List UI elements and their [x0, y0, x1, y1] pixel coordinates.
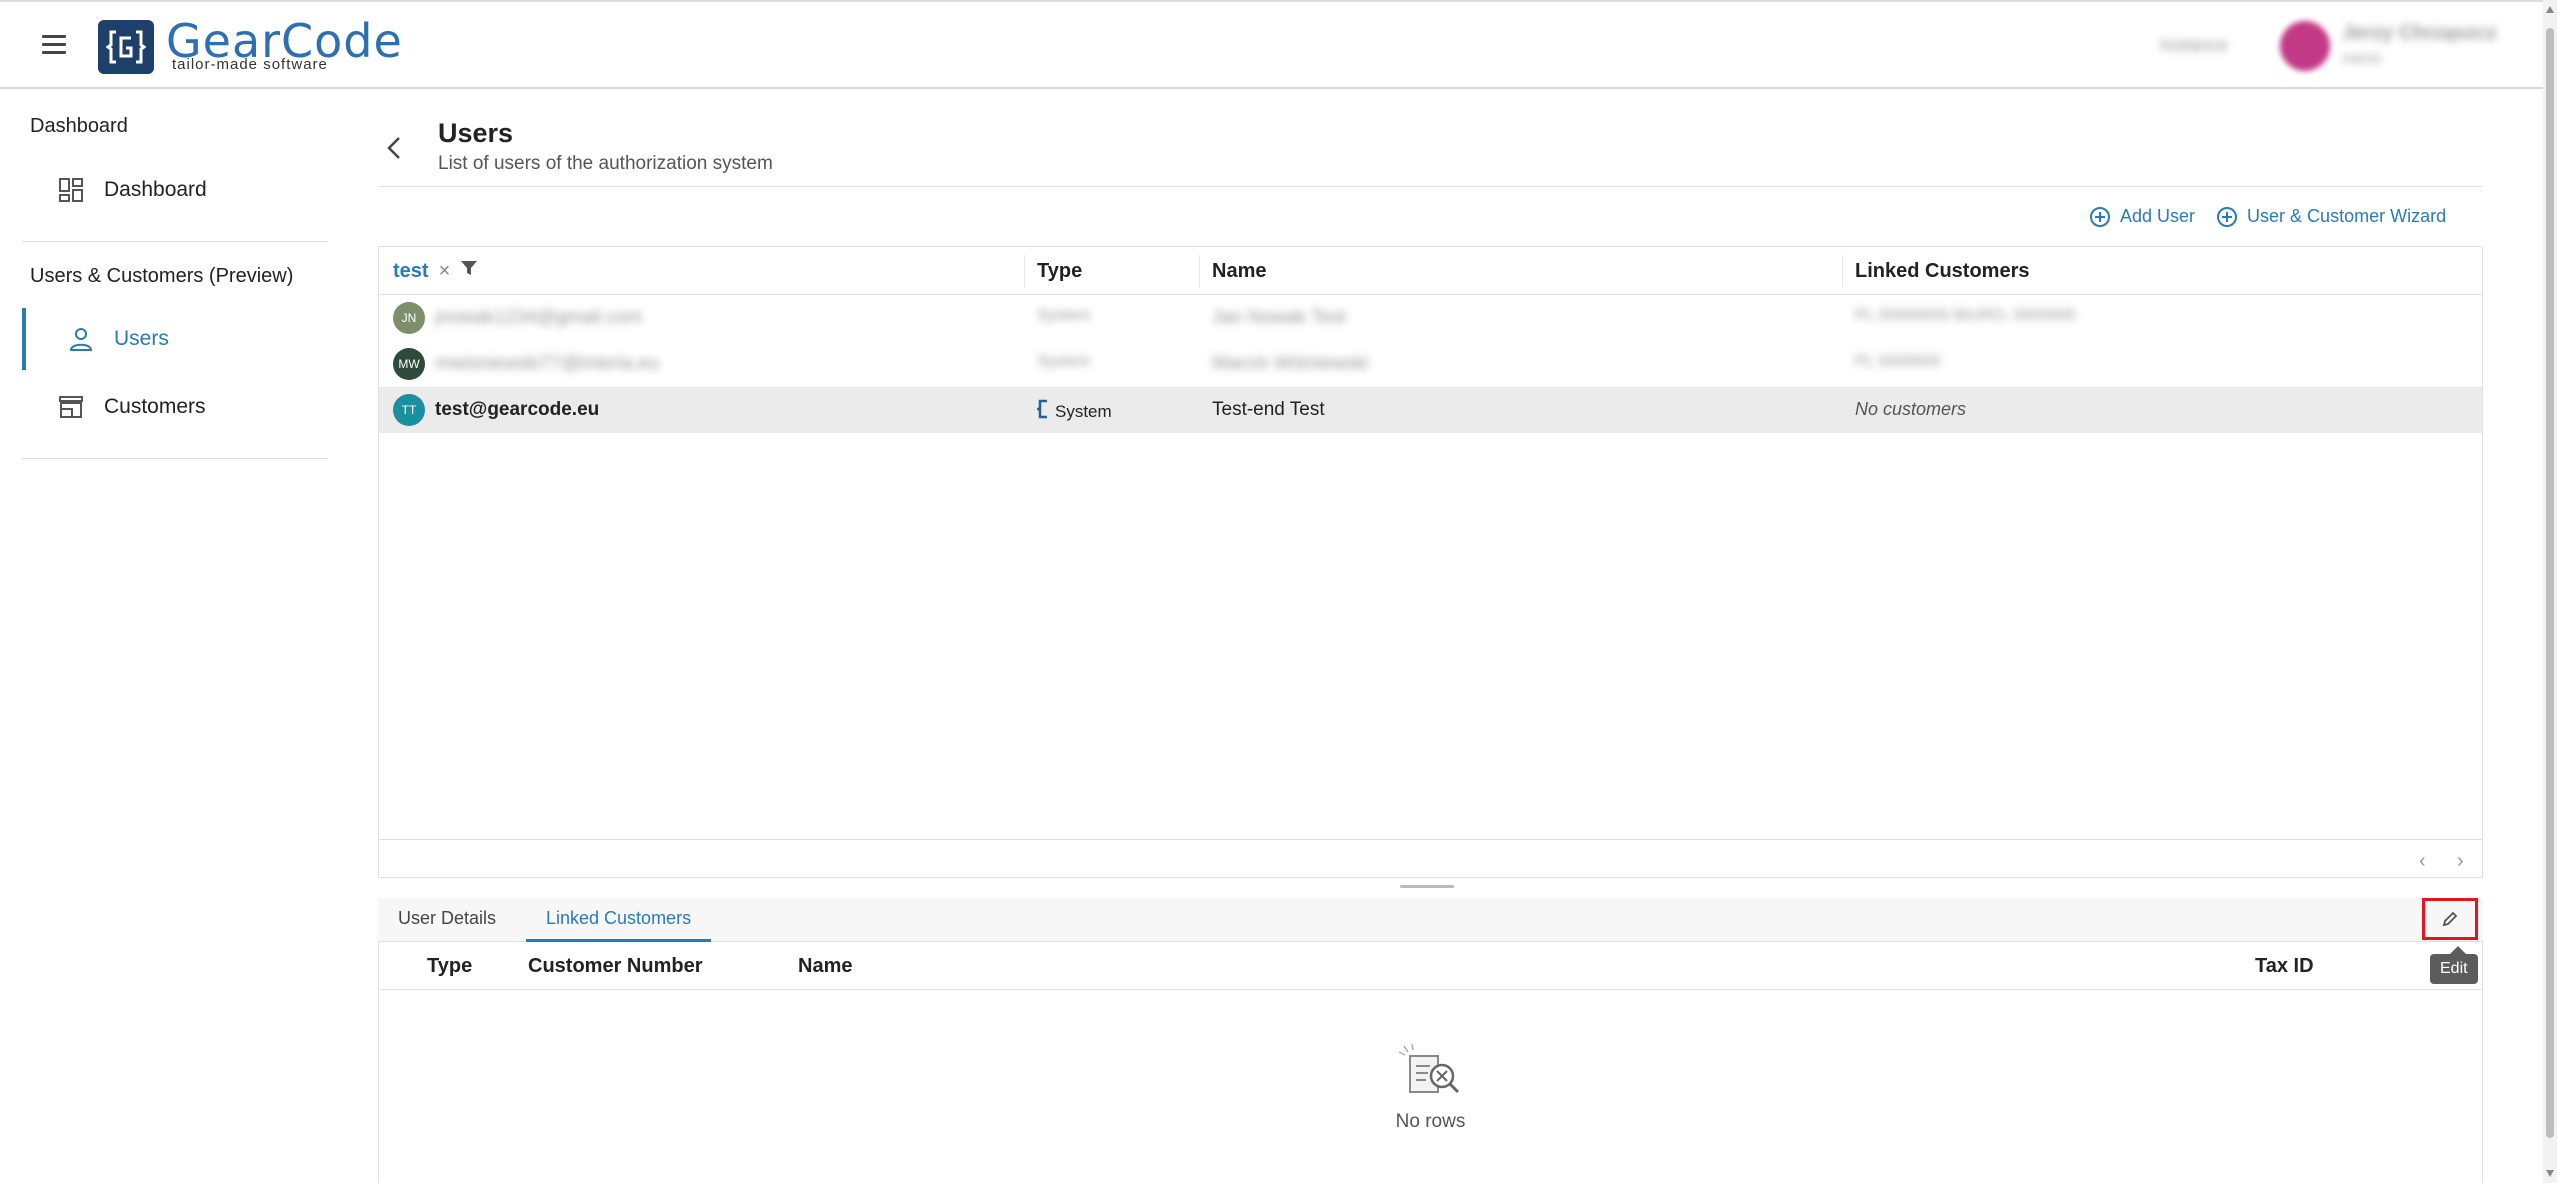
row-linked-customers: PL 00000000 BIURO, 0000000: [1855, 307, 2076, 324]
row-name: Test-end Test: [1212, 399, 1325, 420]
row-type: System: [1037, 353, 1091, 370]
linked-customers-header: Type Customer Number Name Tax ID: [379, 942, 2482, 990]
sidebar: Dashboard Dashboard Users & Customers (P…: [0, 91, 340, 1183]
column-header-tax-id[interactable]: Tax ID: [2255, 955, 2314, 978]
sidebar-divider: [22, 458, 328, 459]
row-email: mwisniewski77@interia.eu: [435, 353, 660, 374]
users-grid: test × Type Name Linked Customers JN jno…: [378, 246, 2483, 878]
user-role: Admin: [2342, 50, 2382, 66]
row-name: Jan Nowak Test: [1212, 307, 1346, 328]
scrollbar-thumb[interactable]: [2546, 28, 2554, 1138]
linked-customers-grid: Type Customer Number Name Tax ID No rows: [378, 942, 2483, 1183]
column-separator[interactable]: [1199, 255, 1200, 287]
dashboard-icon: [56, 177, 86, 203]
toolbar-actions: Add User User & Customer Wizard: [2090, 206, 2446, 227]
sidebar-section-users-customers: Users & Customers (Preview): [30, 265, 294, 287]
store-icon: [56, 395, 86, 419]
column-header-name[interactable]: Name: [1212, 260, 1266, 283]
instance-status: Instance: [2160, 35, 2229, 55]
logo-icon: [98, 20, 154, 74]
no-rows-icon: [1398, 1043, 1459, 1094]
row-email: jnowak1234@gmail.com: [435, 307, 643, 328]
user-avatar[interactable]: [2280, 21, 2330, 71]
empty-state-text: No rows: [1395, 1111, 1466, 1132]
page-subtitle: List of users of the authorization syste…: [438, 153, 773, 174]
tab-linked-customers[interactable]: Linked Customers: [526, 898, 712, 942]
page-header: Users List of users of the authorization…: [378, 113, 2483, 187]
sidebar-divider: [22, 241, 328, 242]
edit-button[interactable]: [2422, 898, 2478, 940]
row-type-cell: System: [1035, 399, 1112, 424]
sidebar-item-label: Customers: [104, 395, 206, 418]
grid-header: test × Type Name Linked Customers: [379, 247, 2482, 295]
user-customer-wizard-button[interactable]: User & Customer Wizard: [2217, 206, 2446, 227]
row-type: System: [1037, 307, 1091, 324]
gearcode-type-icon: [1035, 399, 1049, 424]
add-user-button[interactable]: Add User: [2090, 206, 2195, 227]
empty-state: No rows: [379, 1042, 2482, 1133]
wizard-label: User & Customer Wizard: [2247, 206, 2447, 226]
user-name[interactable]: Jerzy Chrząszcz: [2342, 22, 2497, 45]
next-page-icon[interactable]: ›: [2457, 850, 2464, 873]
table-row-selected[interactable]: TT test@gearcode.eu System Test-end Test…: [379, 387, 2482, 433]
resize-handle[interactable]: [1400, 885, 1454, 888]
sidebar-item-users[interactable]: Users: [22, 308, 328, 370]
row-linked-customers: PL 0000000: [1855, 353, 1941, 370]
sidebar-item-customers[interactable]: Customers: [22, 376, 328, 438]
table-row[interactable]: JN jnowak1234@gmail.com System Jan Nowak…: [379, 295, 2482, 341]
column-header-linked-customers[interactable]: Linked Customers: [1855, 260, 2029, 283]
grid-footer: ‹ ›: [379, 839, 2482, 877]
previous-page-icon[interactable]: ‹: [2419, 850, 2426, 873]
row-linked-customers: No customers: [1855, 399, 1967, 419]
pencil-icon: [2442, 911, 2458, 927]
top-bar: GearCode tailor-made software Instance J…: [0, 0, 2557, 89]
scroll-up-icon[interactable]: [2546, 6, 2554, 13]
filter-icon[interactable]: [460, 259, 478, 283]
add-circle-icon: [2090, 206, 2110, 227]
page-scrollbar[interactable]: [2543, 0, 2557, 1183]
column-separator[interactable]: [1024, 255, 1025, 287]
sidebar-item-label: Users: [114, 327, 169, 350]
back-arrow-icon[interactable]: [384, 133, 408, 163]
avatar: TT: [393, 394, 425, 426]
sidebar-section-dashboard: Dashboard: [30, 115, 128, 137]
avatar: JN: [393, 302, 425, 334]
filter-value: test: [393, 259, 429, 282]
row-type: System: [1055, 401, 1112, 421]
column-header-customer-number[interactable]: Customer Number: [528, 955, 702, 978]
add-circle-icon: [2217, 206, 2238, 227]
sidebar-item-label: Dashboard: [104, 178, 207, 201]
scroll-down-icon[interactable]: [2546, 1170, 2554, 1177]
add-user-label: Add User: [2120, 206, 2196, 226]
clear-filter-icon[interactable]: ×: [439, 260, 451, 283]
page-title: Users: [438, 118, 514, 148]
column-header-type[interactable]: Type: [1037, 260, 1082, 283]
row-name: Marcin Wiśniewski: [1212, 353, 1369, 374]
email-filter-chip[interactable]: test ×: [393, 259, 478, 283]
person-icon: [66, 326, 96, 352]
logo-subtitle: tailor-made software: [172, 56, 328, 73]
sidebar-item-dashboard[interactable]: Dashboard: [22, 159, 328, 221]
tab-user-details[interactable]: User Details: [378, 898, 516, 942]
row-email: test@gearcode.eu: [435, 399, 600, 420]
avatar: MW: [393, 348, 425, 380]
column-separator[interactable]: [1842, 255, 1843, 287]
column-header-type[interactable]: Type: [427, 955, 472, 978]
column-header-name[interactable]: Name: [798, 955, 852, 978]
table-row[interactable]: MW mwisniewski77@interia.eu System Marci…: [379, 341, 2482, 387]
detail-tabs: User Details Linked Customers: [378, 898, 2483, 942]
menu-icon[interactable]: [42, 35, 66, 55]
